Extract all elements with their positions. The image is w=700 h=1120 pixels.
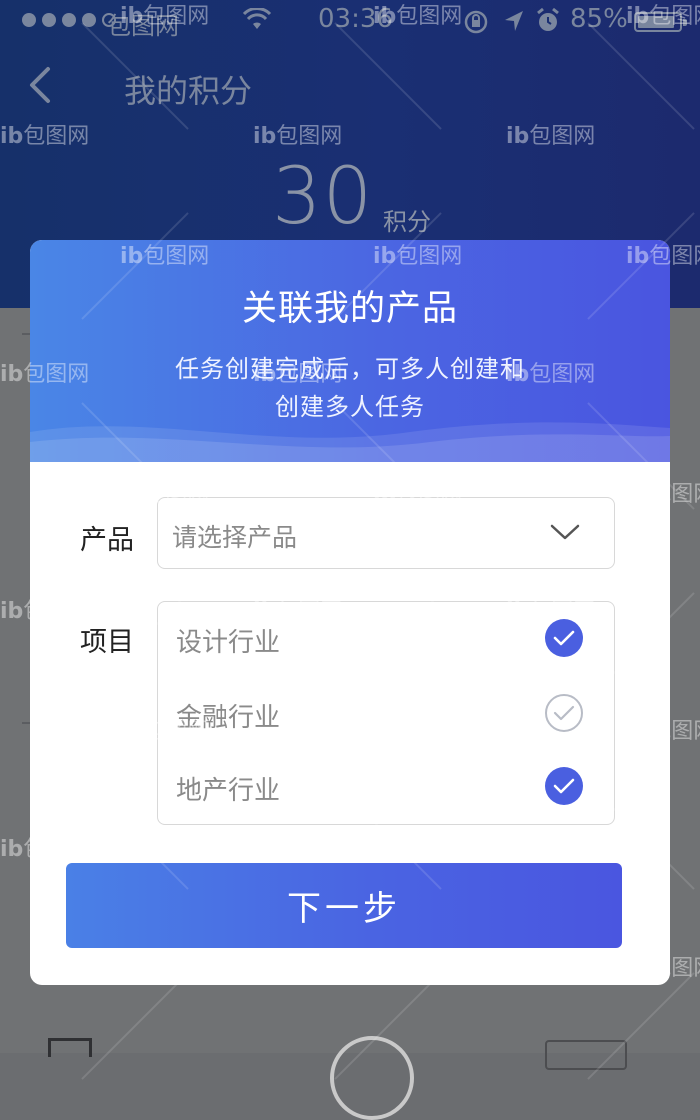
page-title: 我的积分 (124, 72, 253, 110)
background-button (545, 1040, 627, 1070)
battery-percent: 85% (570, 4, 628, 34)
battery-icon (634, 12, 687, 32)
unchecked-circle-icon[interactable] (544, 693, 584, 733)
option-label: 地产行业 (176, 776, 281, 806)
option-label: 设计行业 (176, 628, 281, 658)
points-unit: 积分 (383, 208, 431, 236)
carrier-name: 包图网 (107, 12, 179, 40)
location-arrow-icon (505, 11, 523, 31)
status-bar: 包图网 03:36 85% (0, 0, 700, 46)
project-option-design[interactable]: 设计行业 (158, 602, 614, 674)
project-list: 设计行业 金融行业 地产行业 (157, 601, 615, 825)
dialog-subtitle: 任务创建完成后，可多人创建和 创建多人任务 (30, 350, 670, 426)
dialog-title: 关联我的产品 (241, 289, 458, 329)
wifi-icon (242, 8, 272, 29)
next-step-button[interactable]: 下一步 (66, 863, 622, 948)
option-label: 金融行业 (176, 703, 281, 733)
rotation-lock-icon (464, 10, 488, 34)
signal-icon (22, 13, 116, 27)
dialog-subtitle-line: 创建多人任务 (275, 393, 425, 421)
chevron-left-icon[interactable] (22, 63, 66, 107)
clock-time: 03:36 (318, 4, 393, 34)
project-label: 项目 (80, 627, 134, 658)
alarm-icon (537, 7, 559, 31)
checked-circle-icon[interactable] (544, 766, 584, 806)
product-label: 产品 (80, 525, 134, 556)
tab-circle-icon (330, 1036, 414, 1120)
points-value: 30 (272, 152, 374, 242)
project-option-finance[interactable]: 金融行业 (158, 677, 614, 749)
dialog-subtitle-line: 任务创建完成后，可多人创建和 (175, 355, 525, 383)
checked-circle-icon[interactable] (544, 618, 584, 658)
link-product-dialog: 关联我的产品 任务创建完成后，可多人创建和 创建多人任务 产品 请选择产品 项目… (30, 240, 670, 985)
chevron-down-icon (550, 524, 580, 540)
flag-icon (48, 1038, 92, 1057)
product-select[interactable]: 请选择产品 (157, 497, 615, 569)
product-select-placeholder: 请选择产品 (172, 523, 298, 552)
dialog-header: 关联我的产品 任务创建完成后，可多人创建和 创建多人任务 (30, 240, 670, 462)
project-option-realestate[interactable]: 地产行业 (158, 750, 614, 822)
